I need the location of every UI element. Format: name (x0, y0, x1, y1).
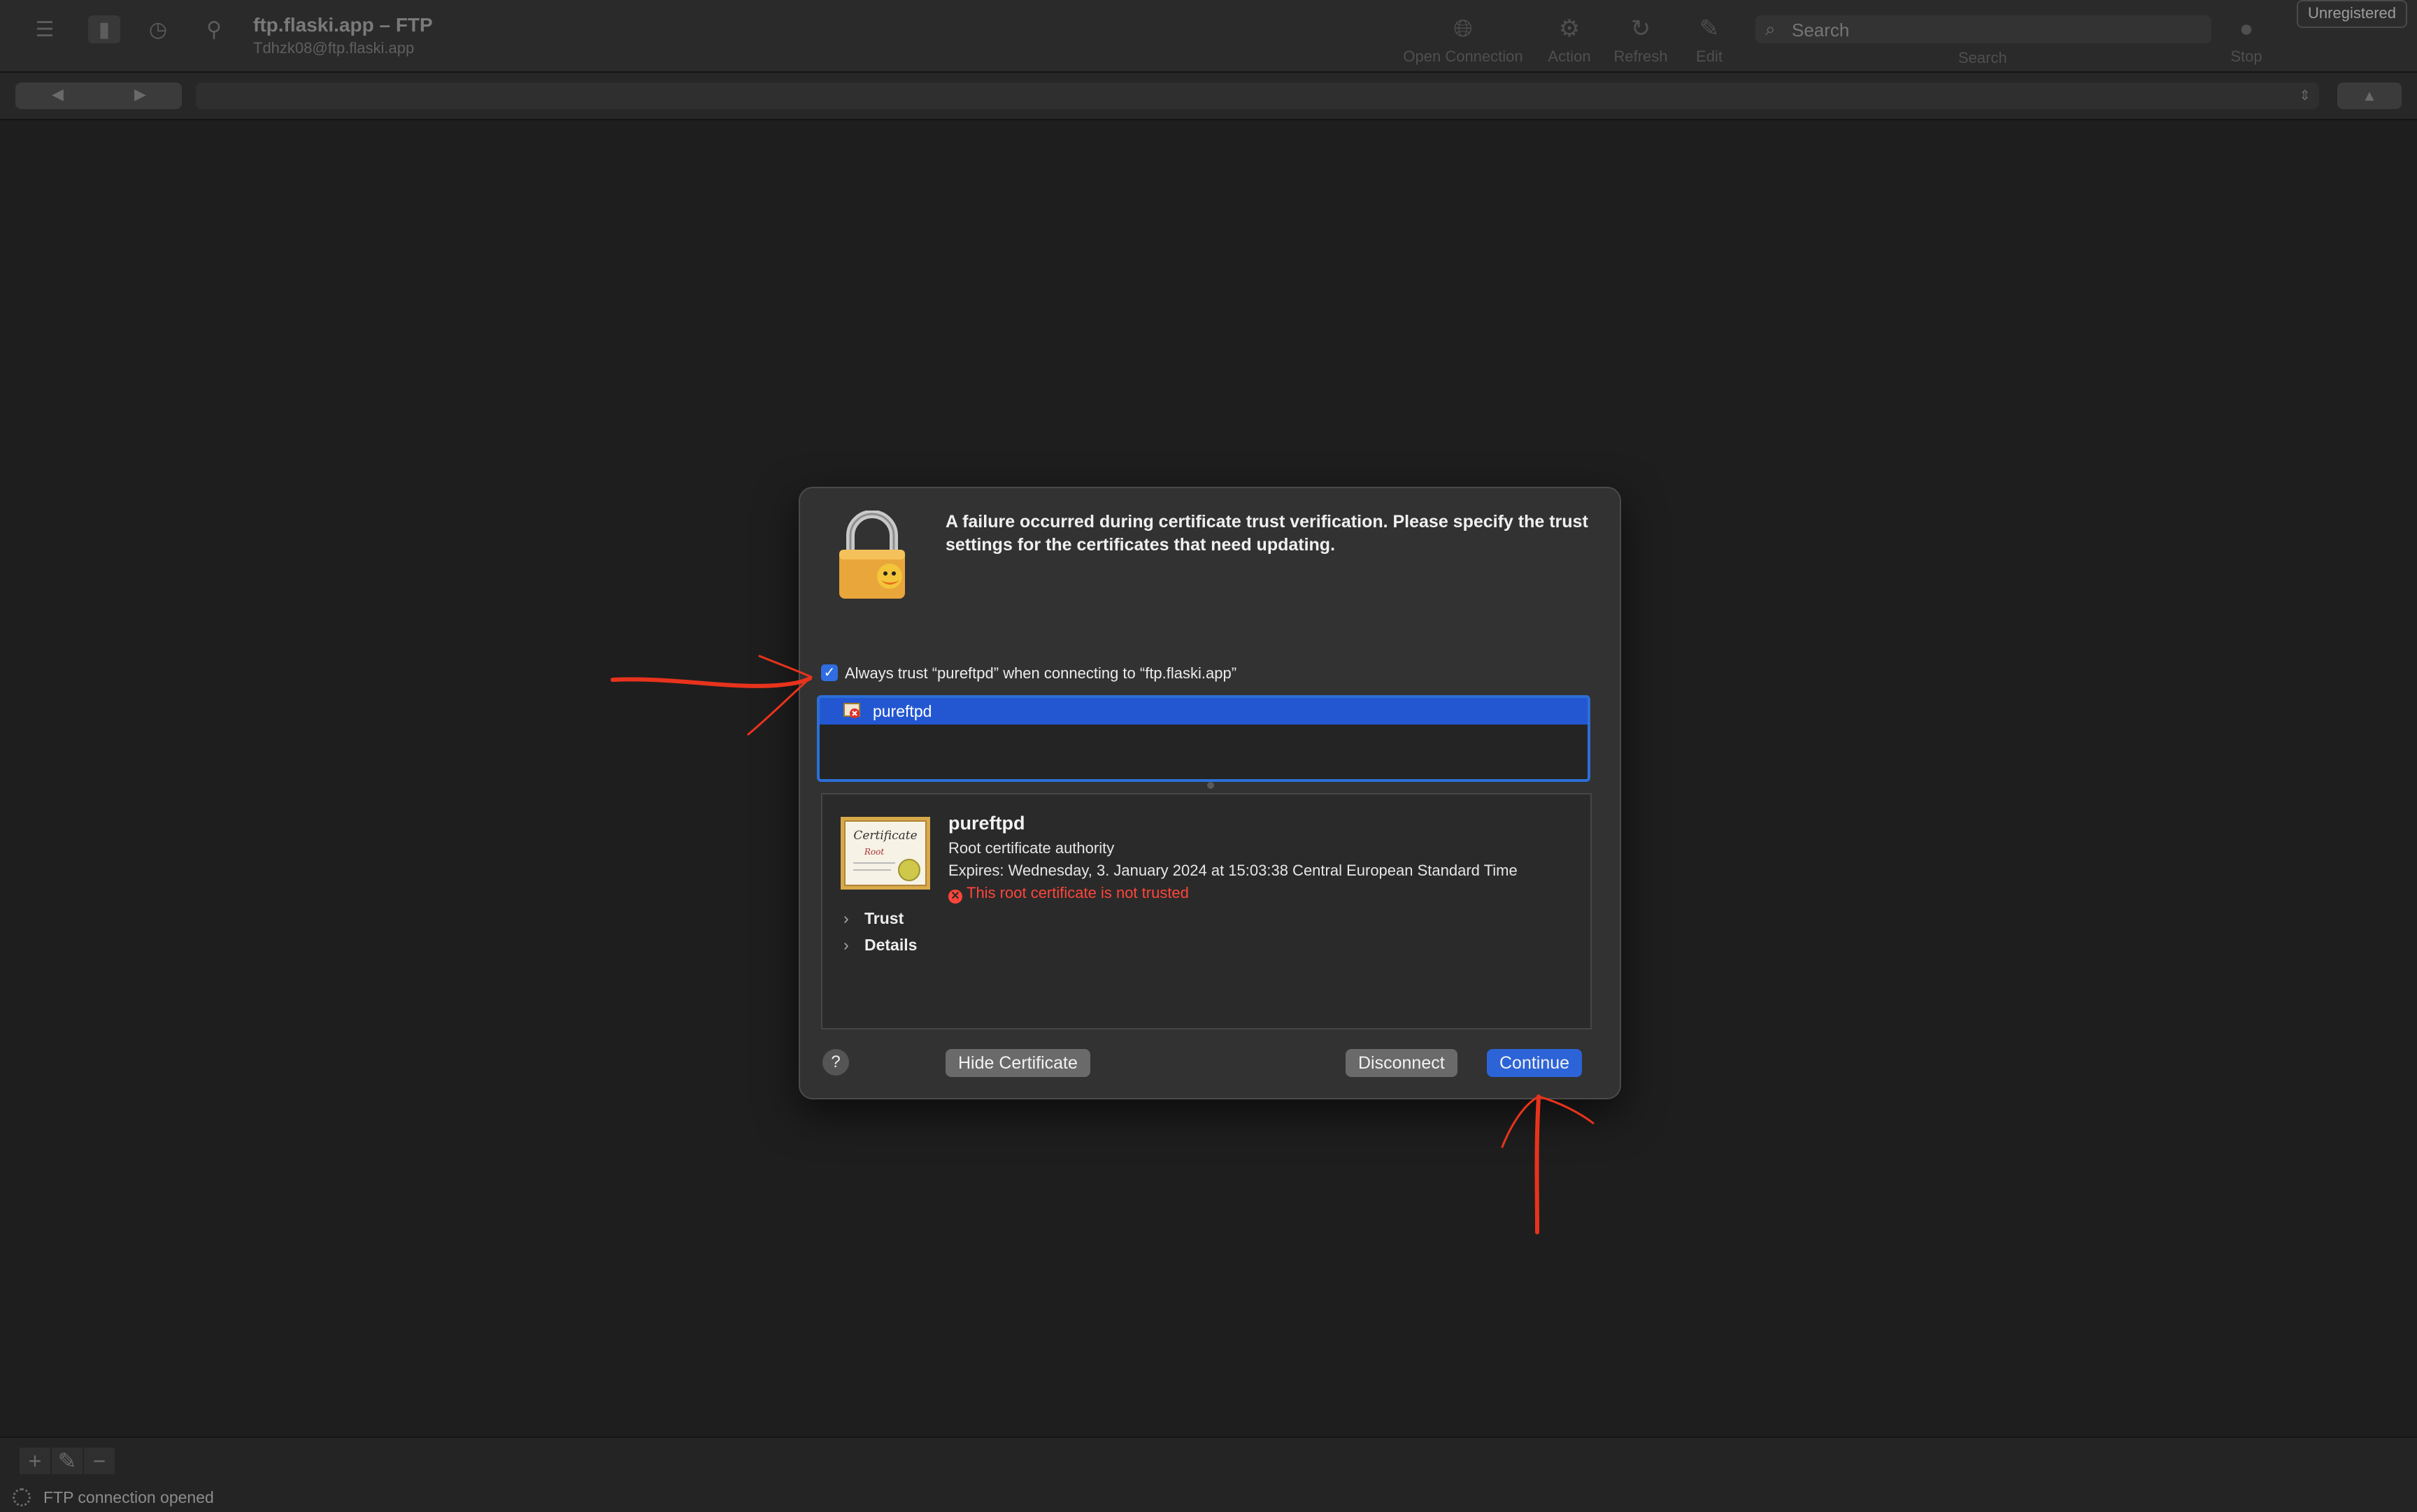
certificate-details-panel: Certificate Root pureftpd Root certifica… (821, 793, 1592, 1029)
forward-arrow-icon[interactable]: ▶ (134, 85, 146, 104)
hide-certificate-button[interactable]: Hide Certificate (946, 1049, 1090, 1077)
certificate-error-icon (843, 703, 860, 718)
dialog-message: A failure occurred during certificate tr… (946, 512, 1588, 555)
search-input[interactable] (1790, 15, 2206, 45)
details-section-label: Details (864, 936, 918, 954)
continue-button[interactable]: Continue (1487, 1049, 1583, 1077)
stop-icon: ● (2239, 15, 2254, 42)
refresh-icon: ↻ (1630, 15, 1651, 42)
lock-icon (839, 511, 905, 599)
window-subtitle: Tdhzk08@ftp.flaski.app (253, 39, 415, 57)
certificate-list[interactable]: pureftpd (817, 695, 1590, 782)
bookmarks-icon[interactable]: ▮ (88, 15, 120, 43)
sidebar-toggle-icon[interactable]: ☰ (31, 15, 59, 43)
search-label: Search (1958, 49, 2007, 66)
details-disclosure[interactable]: › Details (843, 936, 917, 955)
certificate-warning-text: This root certificate is not trusted (967, 884, 1189, 901)
chevron-right-icon: › (843, 936, 849, 954)
status-text: FTP connection opened (43, 1488, 214, 1506)
search-icon: ⌕ (1765, 18, 1776, 39)
pencil-icon: ✎ (1699, 15, 1720, 42)
remove-bookmark-button[interactable]: − (84, 1448, 115, 1474)
svg-text:Certificate: Certificate (853, 829, 917, 843)
help-button[interactable]: ? (822, 1049, 849, 1076)
edit-button[interactable]: ✎ Edit (1667, 13, 1751, 66)
chevron-updown-icon: ⇕ (2299, 88, 2311, 104)
error-x-icon: ✕ (948, 890, 962, 904)
stop-label: Stop (2230, 48, 2262, 65)
bottom-bar: + ✎ − FTP connection opened (0, 1436, 2417, 1512)
stop-button[interactable]: ● Stop (2204, 13, 2288, 66)
unregistered-badge[interactable]: Unregistered (2297, 0, 2407, 28)
back-arrow-icon[interactable]: ◀ (52, 85, 64, 104)
action-label: Action (1548, 48, 1591, 65)
bonjour-icon[interactable]: ⚲ (200, 15, 228, 43)
parent-directory-button[interactable]: ▲ (2337, 83, 2402, 109)
edit-label: Edit (1696, 48, 1723, 65)
certificate-expiry: Expires: Wednesday, 3. January 2024 at 1… (948, 862, 1518, 879)
trust-section-label: Trust (864, 909, 904, 927)
search-field[interactable]: ⌕ (1755, 15, 2211, 45)
svg-text:Root: Root (864, 847, 884, 857)
disconnect-button[interactable]: Disconnect (1346, 1049, 1457, 1077)
path-selector[interactable]: ⇕ (196, 83, 2319, 109)
path-bar: ◀ ▶ ⇕ ▲ (0, 73, 2417, 120)
certificate-kind: Root certificate authority (948, 839, 1115, 857)
certificate-icon: Certificate Root (841, 817, 930, 890)
activity-spinner-icon (13, 1488, 31, 1506)
navigation-segment: ◀ ▶ (15, 83, 182, 109)
gear-icon: ⚙︎ (1558, 15, 1581, 42)
refresh-label: Refresh (1613, 48, 1668, 65)
certificate-warning: ✕ This root certificate is not trusted (948, 884, 1189, 904)
edit-bookmark-button[interactable]: ✎ (52, 1448, 83, 1474)
certificate-name: pureftpd (948, 813, 1025, 834)
chevron-right-icon: › (843, 909, 849, 927)
certificate-list-label: pureftpd (873, 702, 932, 720)
globe-plus-icon: 🌐︎ (1453, 15, 1473, 42)
list-item[interactable]: pureftpd (820, 698, 1588, 725)
certificate-trust-dialog: A failure occurred during certificate tr… (799, 487, 1621, 1099)
splitter-handle[interactable] (1207, 782, 1214, 789)
trust-disclosure[interactable]: › Trust (843, 909, 904, 928)
always-trust-label[interactable]: Always trust “pureftpd” when connecting … (845, 664, 1236, 682)
open-connection-button[interactable]: 🌐︎ Open Connection (1403, 13, 1523, 66)
toolbar: ☰ ▮ ◷ ⚲ ftp.flaski.app – FTP Tdhzk08@ftp… (0, 0, 2417, 73)
always-trust-checkbox[interactable]: ✓ (821, 664, 838, 681)
history-icon[interactable]: ◷ (144, 15, 172, 43)
add-bookmark-button[interactable]: + (20, 1448, 50, 1474)
open-connection-label: Open Connection (1403, 48, 1523, 65)
window-title: ftp.flaski.app – FTP (253, 14, 433, 36)
